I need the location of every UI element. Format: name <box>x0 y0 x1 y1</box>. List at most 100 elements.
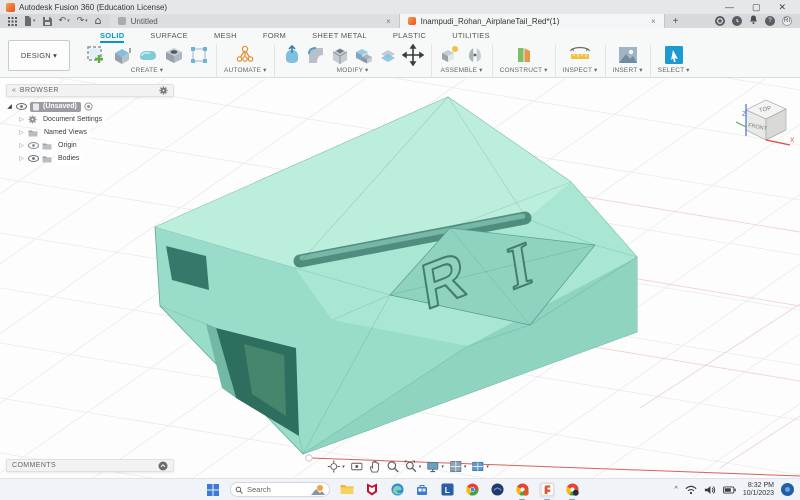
viewports-tool[interactable]: ▾ <box>471 460 489 473</box>
activate-component-radio-icon[interactable] <box>84 102 93 111</box>
collapse-panel-icon[interactable]: « <box>12 87 16 94</box>
ribbon-tab-surface[interactable]: SURFACE <box>150 31 188 43</box>
browser-header[interactable]: « BROWSER <box>6 84 174 97</box>
job-status-icon[interactable] <box>715 16 725 26</box>
new-component-icon[interactable] <box>439 44 461 66</box>
fusion-360-taskbar-icon[interactable] <box>539 482 555 498</box>
modify-group-label[interactable]: MODIFY ▾ <box>337 66 369 77</box>
undo-icon[interactable]: ↶ ▾ <box>59 16 70 26</box>
mcafee-icon[interactable] <box>364 482 380 498</box>
tray-overflow-chevron[interactable]: ^ <box>675 486 678 493</box>
workspace-selector[interactable]: DESIGN ▾ <box>8 40 70 71</box>
taskbar-clock[interactable]: 8:32 PM 10/1/2023 <box>743 482 774 498</box>
account-avatar[interactable]: RI <box>782 16 792 26</box>
browser-item-named-views[interactable]: ▷ Named Views <box>6 127 174 138</box>
chrome-profile-dark-icon[interactable] <box>564 482 580 498</box>
grid-and-snaps-tool[interactable]: ▾ <box>449 460 467 473</box>
tab-untitled-close-icon[interactable]: × <box>386 17 391 26</box>
browser-item-document-settings[interactable]: ▷ Document Settings <box>6 114 174 125</box>
select-icon[interactable] <box>663 44 685 66</box>
joint-icon[interactable] <box>465 44 485 66</box>
inspect-group-label[interactable]: INSPECT ▾ <box>563 66 598 77</box>
chrome-profile-orange-icon[interactable] <box>514 482 530 498</box>
document-root-label: (Unsaved) <box>43 103 77 110</box>
ribbon-tab-solid[interactable]: SOLID <box>100 31 124 43</box>
view-cube[interactable]: TOP FRONT Z X <box>730 82 796 152</box>
help-icon[interactable]: ? <box>765 16 775 26</box>
visibility-eye-icon[interactable] <box>28 142 39 149</box>
model-canvas[interactable]: R I « BROWSER ◢ (Unsaved) <box>0 78 800 478</box>
offset-face-icon[interactable] <box>378 44 398 66</box>
tab-airplane-tail[interactable]: Inampudi_Rohan_AirplaneTail_Red*(1) × <box>400 14 665 28</box>
start-button[interactable] <box>205 482 221 498</box>
ribbon-tab-plastic[interactable]: PLASTIC <box>393 31 426 43</box>
automate-icon[interactable] <box>233 44 257 66</box>
lockdown-browser-icon[interactable]: L <box>439 482 455 498</box>
create-group-label[interactable]: CREATE ▾ <box>131 66 164 77</box>
redo-icon[interactable]: ↷ ▾ <box>77 16 88 26</box>
display-settings-tool[interactable]: ▾ <box>426 460 444 473</box>
battery-icon[interactable] <box>723 486 736 494</box>
app-navy-icon[interactable] <box>489 482 505 498</box>
construct-group-label[interactable]: CONSTRUCT ▾ <box>500 66 548 77</box>
browser-root-row[interactable]: ◢ (Unsaved) <box>6 101 174 112</box>
notification-center-badge[interactable] <box>781 483 794 496</box>
visibility-eye-icon[interactable] <box>16 103 27 110</box>
document-tab-strip: ▾ ↶ ▾ ↷ ▾ ⌂ Untitled × Inam <box>0 14 800 28</box>
notifications-bell-icon[interactable] <box>749 15 758 27</box>
home-icon[interactable]: ⌂ <box>95 16 102 26</box>
pan-tool[interactable] <box>368 460 381 473</box>
taskbar-search[interactable]: Search <box>230 482 330 497</box>
move-copy-icon[interactable] <box>402 44 424 66</box>
measure-icon[interactable] <box>568 45 592 65</box>
maximize-button[interactable]: ▢ <box>752 0 761 14</box>
orbit-tool[interactable]: ▾ <box>327 460 345 473</box>
ribbon-tab-mesh[interactable]: MESH <box>214 31 237 43</box>
x-axis-label: X <box>790 137 795 144</box>
fillet-icon[interactable] <box>306 44 326 66</box>
ribbon-tab-sheet-metal[interactable]: SHEET METAL <box>312 31 367 43</box>
file-explorer-icon[interactable] <box>339 482 355 498</box>
shell-icon[interactable] <box>330 44 350 66</box>
ribbon-tab-utilities[interactable]: UTILITIES <box>452 31 490 43</box>
combine-icon[interactable] <box>354 44 374 66</box>
pattern-icon[interactable] <box>189 45 209 65</box>
wifi-icon[interactable] <box>685 485 697 495</box>
create-sketch-icon[interactable] <box>85 44 107 66</box>
save-icon[interactable] <box>43 17 52 26</box>
tab-untitled[interactable]: Untitled × <box>110 14 400 28</box>
select-group-label[interactable]: SELECT ▾ <box>658 66 690 77</box>
browser-item-bodies[interactable]: ▷ Bodies <box>6 153 174 164</box>
volume-icon[interactable] <box>704 485 716 495</box>
close-button[interactable]: ✕ <box>778 0 786 14</box>
fit-tool[interactable]: ▾ <box>404 460 422 473</box>
insert-canvas-icon[interactable] <box>617 45 639 65</box>
visibility-eye-icon[interactable] <box>28 155 39 162</box>
app-grid-icon[interactable] <box>8 17 17 26</box>
extrude-icon[interactable] <box>111 44 133 66</box>
construct-plane-icon[interactable] <box>513 44 535 66</box>
edge-icon[interactable] <box>389 482 405 498</box>
look-at-tool[interactable] <box>350 460 363 473</box>
clock-history-icon[interactable] <box>732 16 742 26</box>
hole-icon[interactable] <box>163 44 185 66</box>
automate-group-label[interactable]: AUTOMATE ▾ <box>224 66 267 77</box>
zoom-tool[interactable] <box>386 460 399 473</box>
model-body[interactable]: R I <box>155 97 637 461</box>
assemble-group-label[interactable]: ASSEMBLE ▾ <box>441 66 483 77</box>
comments-expand-icon[interactable] <box>158 461 168 471</box>
comments-bar[interactable]: COMMENTS <box>6 459 174 472</box>
insert-group-label[interactable]: INSERT ▾ <box>613 66 643 77</box>
ribbon-tab-form[interactable]: FORM <box>263 31 286 43</box>
microsoft-store-icon[interactable] <box>414 482 430 498</box>
file-menu-icon[interactable]: ▾ <box>24 16 36 26</box>
press-pull-icon[interactable] <box>282 44 302 66</box>
new-tab-button[interactable]: + <box>665 14 687 28</box>
browser-gear-icon[interactable] <box>159 86 168 95</box>
minimize-button[interactable]: — <box>725 0 734 14</box>
document-root-item[interactable]: (Unsaved) <box>30 102 81 112</box>
chrome-icon[interactable] <box>464 482 480 498</box>
tab-airplane-tail-close-icon[interactable]: × <box>651 17 656 26</box>
revolve-icon[interactable] <box>137 44 159 66</box>
browser-item-origin[interactable]: ▷ Origin <box>6 140 174 151</box>
